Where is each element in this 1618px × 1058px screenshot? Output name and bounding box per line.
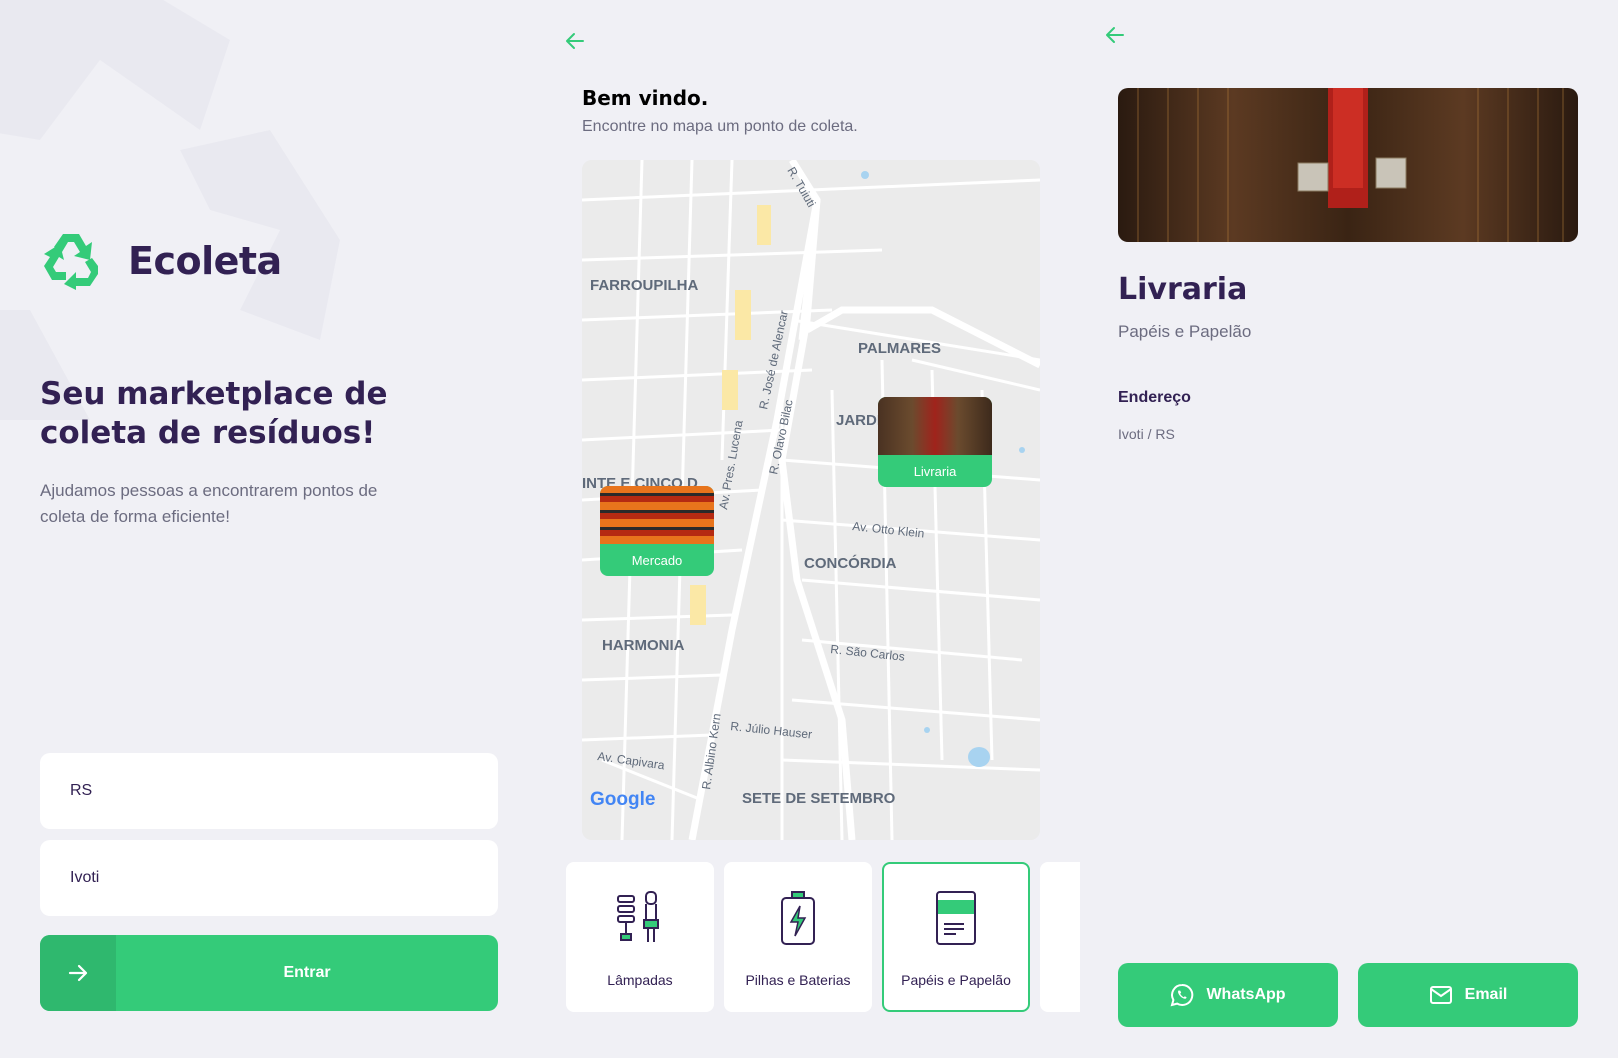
item-label: Papéis e Papelão — [901, 971, 1011, 988]
email-label: Email — [1464, 986, 1508, 1003]
point-items: Papéis e Papelão — [1118, 322, 1252, 341]
item-label: Lâmpadas — [607, 971, 673, 988]
item-papeis-papelao[interactable]: Papéis e Papelão — [882, 862, 1030, 1012]
detail-screen: Livraria Papéis e Papelão Endereço Ivoti… — [1082, 0, 1618, 1058]
map-district-label: JARDI — [836, 412, 881, 429]
items-carousel[interactable]: Lâmpadas Pilhas e Baterias Papéis e Pape… — [566, 862, 1080, 1012]
email-button[interactable]: Email — [1358, 963, 1578, 1027]
paper-icon — [936, 891, 976, 945]
enter-button-label: Entrar — [283, 964, 331, 981]
map-district-label: SETE DE SETEMBRO — [742, 790, 896, 807]
enter-button[interactable]: Entrar — [40, 935, 498, 1011]
marker-photo — [600, 486, 714, 544]
point-photo — [1118, 88, 1578, 242]
item-lampadas[interactable]: Lâmpadas — [566, 862, 714, 1012]
lamp-icon — [617, 891, 659, 942]
marker-label: Mercado — [631, 552, 683, 568]
battery-icon — [781, 891, 815, 945]
whatsapp-icon — [1171, 983, 1194, 1007]
points-screen: Bem vindo. Encontre no mapa um ponto de … — [540, 0, 1080, 1058]
map-district-label: FARROUPILHA — [590, 277, 699, 294]
item-next-partial[interactable] — [1040, 862, 1080, 1012]
marker-photo — [878, 397, 992, 455]
home-subtitle: Ajudamos pessoas a encontrarem pontos de… — [40, 481, 378, 526]
home-screen: Ecoleta Seu marketplace de coleta de res… — [0, 0, 528, 1058]
uf-input[interactable]: RS — [40, 753, 498, 829]
google-attribution: Google — [590, 789, 655, 810]
item-label: Pilhas e Baterias — [745, 971, 851, 988]
marker-label: Livraria — [913, 463, 957, 479]
item-pilhas-baterias[interactable]: Pilhas e Baterias — [724, 862, 872, 1012]
welcome-description: Encontre no mapa um ponto de coleta. — [582, 118, 858, 135]
mail-icon — [1429, 986, 1452, 1004]
welcome-title: Bem vindo. — [582, 86, 709, 110]
map-marker-livraria[interactable]: Livraria — [878, 397, 992, 487]
address-title: Endereço — [1118, 389, 1191, 406]
map-district-label: PALMARES — [858, 340, 941, 357]
address-value: Ivoti / RS — [1118, 426, 1175, 442]
map-district-label: CONCÓRDIA — [804, 554, 897, 572]
arrow-right-icon — [40, 935, 116, 1011]
point-name: Livraria — [1118, 272, 1248, 307]
app-logo: Ecoleta — [40, 232, 282, 290]
app-name: Ecoleta — [128, 239, 282, 283]
background-recycle-icon — [0, 0, 340, 420]
back-arrow-icon[interactable] — [1104, 24, 1126, 46]
city-input[interactable]: Ivoti — [40, 840, 498, 916]
map-district-label: HARMONIA — [602, 637, 685, 654]
home-headline: Seu marketplace de coleta de resíduos! — [40, 376, 388, 451]
whatsapp-label: WhatsApp — [1206, 986, 1286, 1003]
recycle-icon — [44, 234, 98, 290]
whatsapp-button[interactable]: WhatsApp — [1118, 963, 1338, 1027]
map-marker-mercado[interactable]: Mercado — [600, 486, 714, 576]
back-arrow-icon[interactable] — [564, 30, 586, 52]
map-view[interactable]: FARROUPILHA PALMARES JARDI INTE E CINCO … — [582, 160, 1040, 840]
